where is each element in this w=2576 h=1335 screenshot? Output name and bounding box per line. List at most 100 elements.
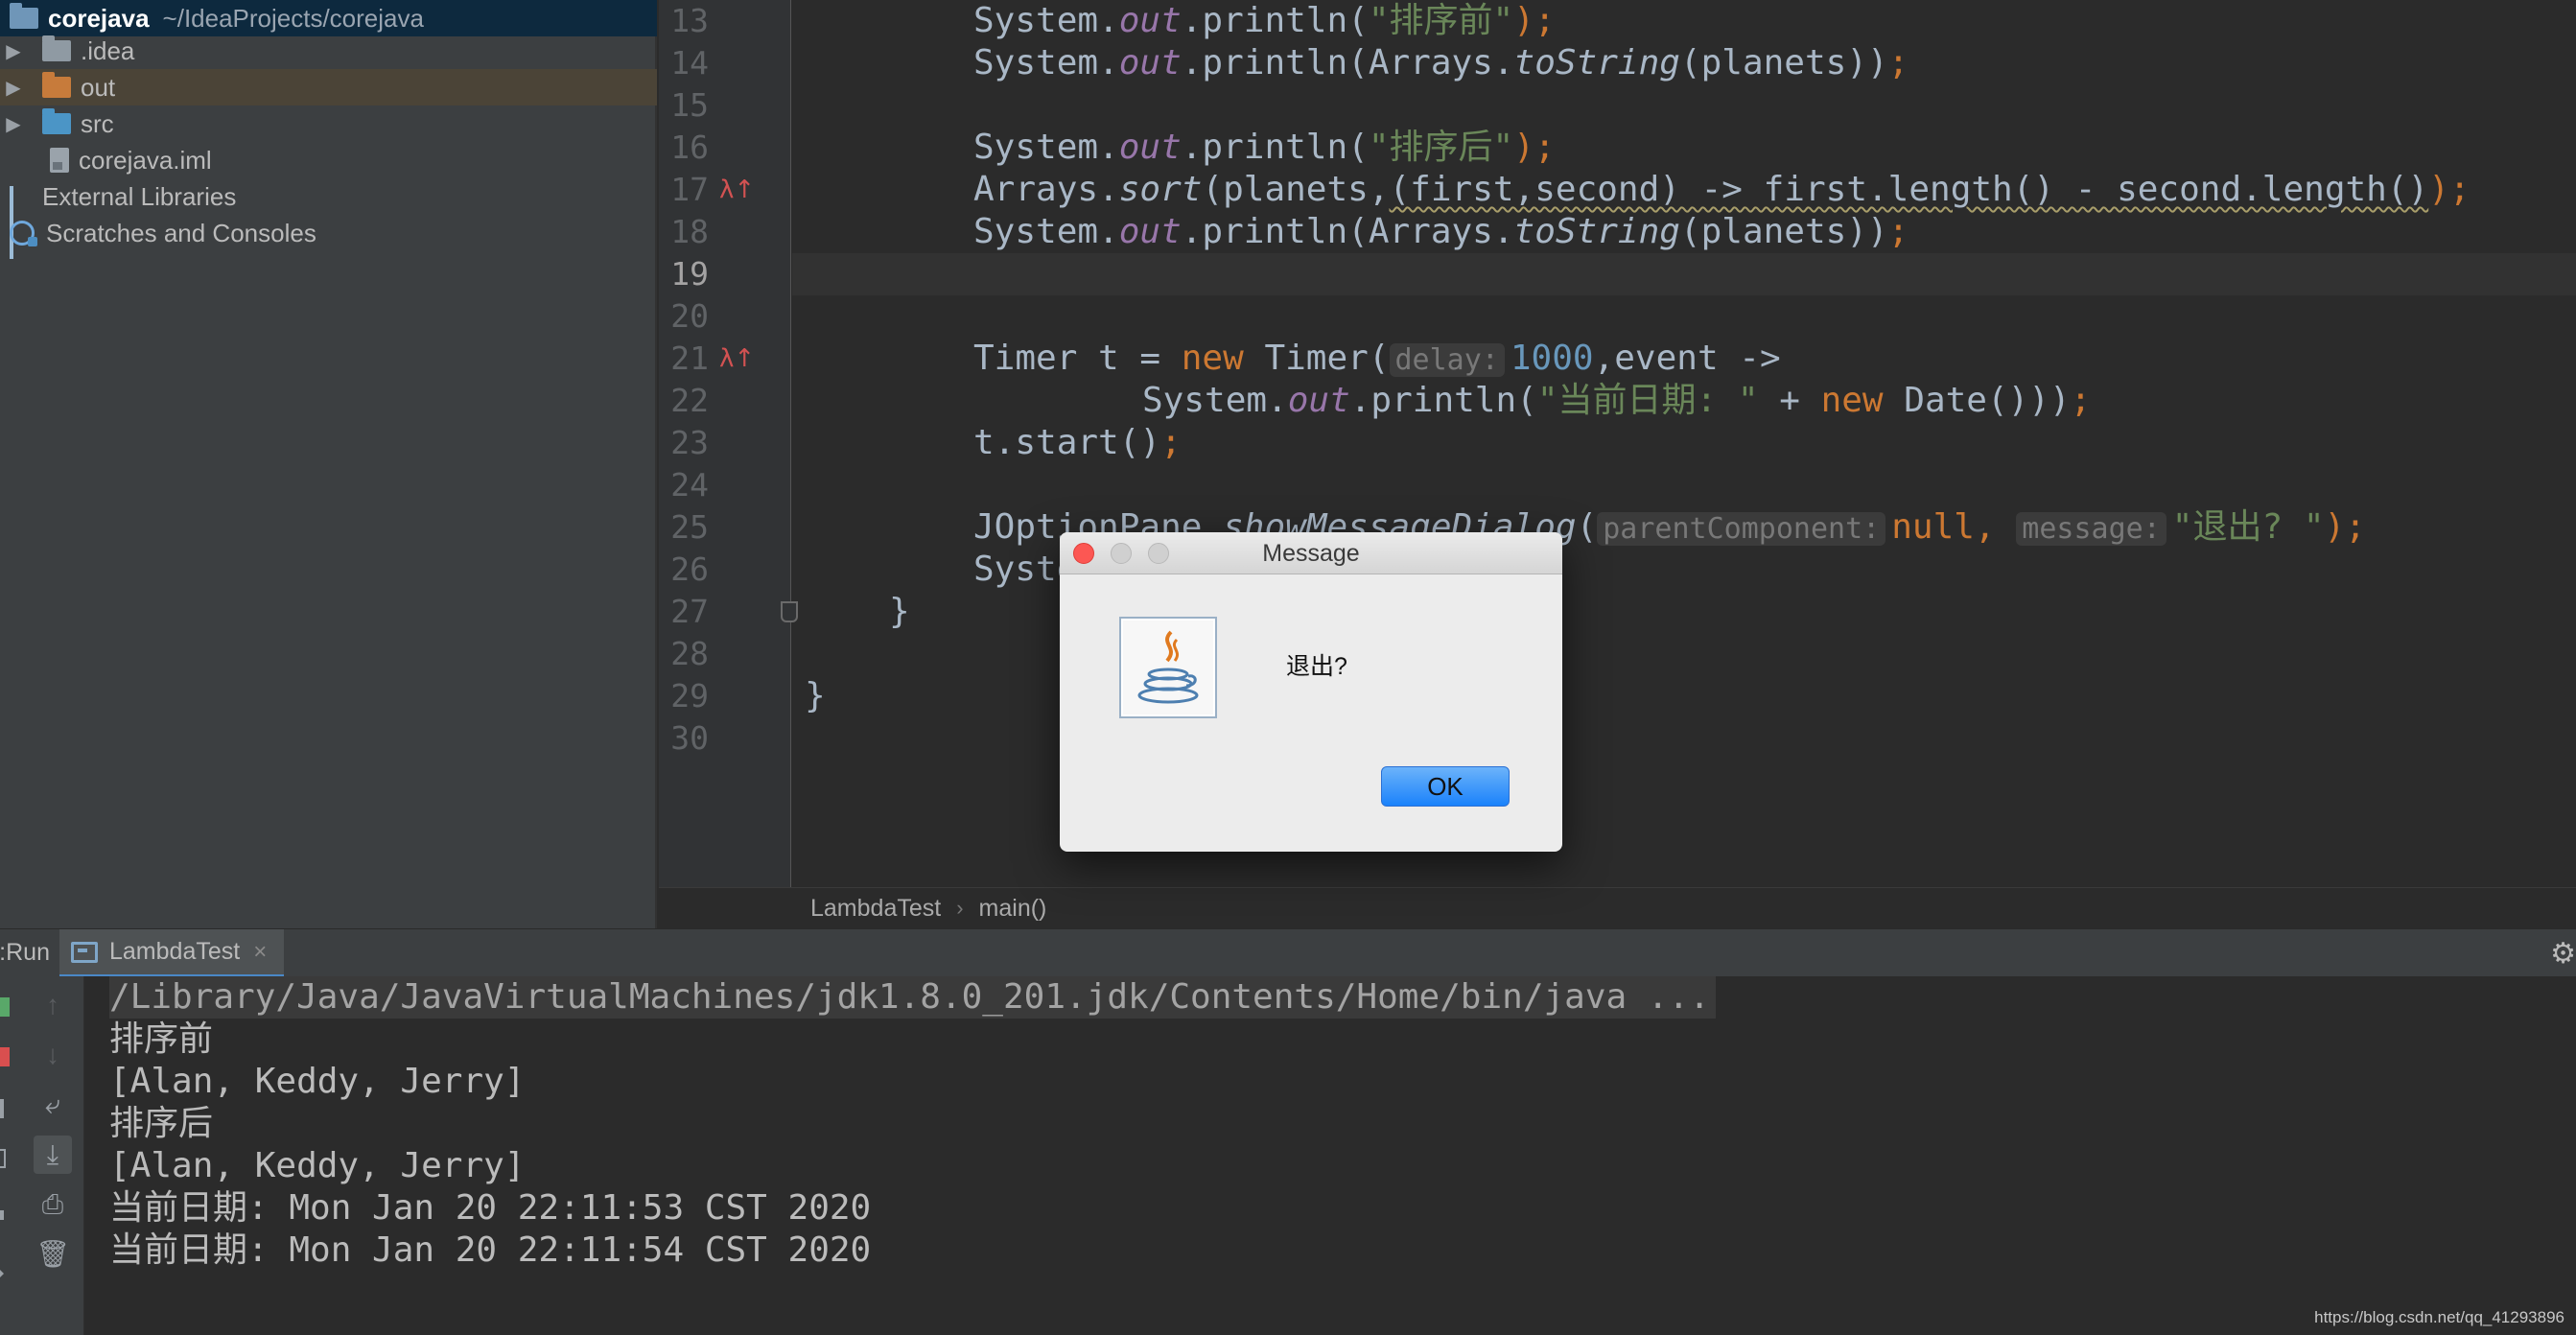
line-number: 25 [670,508,709,546]
line-number: 15 [670,86,709,124]
pin-icon[interactable] [0,1264,4,1283]
tree-item-label: src [81,108,114,138]
code-line-21: Timer t = new Timer(delay: 1000,event -> [973,339,1781,378]
dump-threads-icon[interactable] [0,1149,6,1168]
tree-item-label: .idea [81,35,135,65]
lambda-gutter-icon[interactable]: λ↑ [719,343,755,374]
line-number: 27 [670,593,709,630]
gear-icon[interactable]: ⚙ [2550,937,2576,971]
run-toolwindow-header: Run: LambdaTest × ⚙ [0,928,2576,977]
code-line-23: t.start(); [973,423,1182,462]
breadcrumb-separator-icon: › [956,896,964,920]
console-line: 当前日期: Mon Jan 20 22:11:54 CST 2020 [109,1230,872,1270]
caret-line-highlight [792,253,2576,295]
line-number: 29 [670,677,709,714]
ok-button[interactable]: OK [1381,766,1510,807]
run-tab-lambdatest[interactable]: LambdaTest × [59,929,285,977]
line-number: 21 [670,340,709,377]
console-line: [Alan, Keddy, Jerry] [109,1062,526,1101]
fold-marker-icon[interactable] [781,601,798,622]
line-number: 28 [670,635,709,672]
rerun-icon[interactable] [0,997,10,1017]
folder-icon [42,72,71,98]
tree-item-scratches[interactable]: Scratches and Consoles [0,215,657,251]
console-line: [Alan, Keddy, Jerry] [109,1146,526,1185]
code-line-22: System.out.println("当前日期: " + new Date()… [1142,381,2092,420]
trash-icon[interactable]: 🗑 [34,1235,72,1274]
source-folder-icon [42,108,71,134]
code-line-13: System.out.println("排序前"); [973,1,1556,40]
console-icon [71,941,98,963]
settings-icon[interactable] [0,1210,4,1220]
scratches-icon [10,221,37,246]
project-tree-panel: corejava ~/IdeaProjects/corejava ▶ .idea… [0,0,657,928]
run-label: Run: [0,939,50,966]
console-line: 当前日期: Mon Jan 20 22:11:53 CST 2020 [109,1188,872,1228]
dialog-title: Message [1262,540,1360,567]
line-number: 19 [670,255,709,293]
line-number: 17 [670,171,709,208]
line-number: 23 [670,424,709,461]
breadcrumb: LambdaTest › main() [659,887,2576,928]
stop-icon[interactable] [0,1047,10,1066]
param-hint: message: [2016,512,2166,546]
tree-item-label: Scratches and Consoles [46,218,316,247]
breadcrumb-class[interactable]: LambdaTest [810,895,941,923]
lambda-gutter-icon[interactable]: λ↑ [719,175,755,205]
param-hint: parentComponent: [1597,512,1886,546]
tree-item-idea[interactable]: ▶ .idea [0,33,657,69]
line-number: 24 [670,466,709,504]
line-number: 16 [670,129,709,166]
code-line-18: System.out.println(Arrays.toString(plane… [973,212,1909,251]
line-number: 14 [670,44,709,82]
console-line: 排序后 [109,1104,214,1143]
code-line-17: Arrays.sort(planets,(first,second) -> fi… [973,170,2471,209]
code-line-16: System.out.println("排序后"); [973,128,1556,167]
close-tab-icon[interactable]: × [253,939,267,966]
lambda-warning-highlight: (first,second) -> first.length() - secon… [1389,170,2429,209]
editor-gutter: 13 14 15 16 17 18 19 20 21 22 23 24 25 2… [659,0,798,887]
project-name: corejava [48,3,150,33]
down-arrow-icon[interactable]: ↓ [34,1036,72,1074]
pause-icon[interactable] [0,1099,4,1118]
console-line: 排序前 [109,1019,214,1059]
module-file-icon [50,148,69,173]
code-line-27: } [889,592,910,631]
line-number: 18 [670,213,709,250]
tree-item-external-libraries[interactable]: External Libraries [0,178,657,259]
code-line-14: System.out.println(Arrays.toString(plane… [973,43,1909,82]
expand-arrow-icon[interactable]: ▶ [0,39,27,63]
tree-item-label: corejava.iml [79,145,212,175]
console-output[interactable]: /Library/Java/JavaVirtualMachines/jdk1.8… [84,976,2576,1335]
project-root-row[interactable]: corejava ~/IdeaProjects/corejava [0,0,657,36]
scroll-to-end-icon[interactable]: ⤓ [34,1136,72,1174]
dialog-message: 退出? [1286,653,1347,680]
expand-arrow-icon[interactable]: ▶ [0,112,27,136]
print-icon[interactable]: ⎙ [34,1185,72,1224]
run-tab-label: LambdaTest [109,938,241,965]
line-number: 30 [670,719,709,757]
message-dialog: Message 退出? OK [1060,532,1562,852]
expand-arrow-icon[interactable]: ▶ [0,76,27,100]
tree-item-out[interactable]: ▶ out [0,69,657,105]
up-arrow-icon[interactable]: ↑ [34,986,72,1024]
console-line: /Library/Java/JavaVirtualMachines/jdk1.8… [109,976,1716,1019]
project-path: ~/IdeaProjects/corejava [162,3,424,33]
tree-item-label: out [81,72,116,102]
line-number: 22 [670,382,709,419]
tree-item-corejava-iml[interactable]: corejava.iml [0,142,657,178]
libraries-icon [10,186,36,259]
folder-icon [42,35,71,61]
java-coffee-icon [1119,617,1217,718]
soft-wrap-icon[interactable]: ⤶ [34,1086,72,1124]
line-number: 13 [670,2,709,39]
param-hint: delay: [1389,343,1505,377]
code-line-29: } [805,676,826,715]
line-number: 26 [670,550,709,588]
run-toolbar: ↑ ↓ ⤶ ⤓ ⎙ 🗑 [0,976,84,1335]
dialog-titlebar[interactable]: Message [1060,532,1562,574]
tree-item-src[interactable]: ▶ src [0,105,657,142]
breadcrumb-method[interactable]: main() [979,895,1047,923]
code-editor[interactable]: 13 14 15 16 17 18 19 20 21 22 23 24 25 2… [659,0,2576,928]
project-folder-icon [10,3,38,29]
